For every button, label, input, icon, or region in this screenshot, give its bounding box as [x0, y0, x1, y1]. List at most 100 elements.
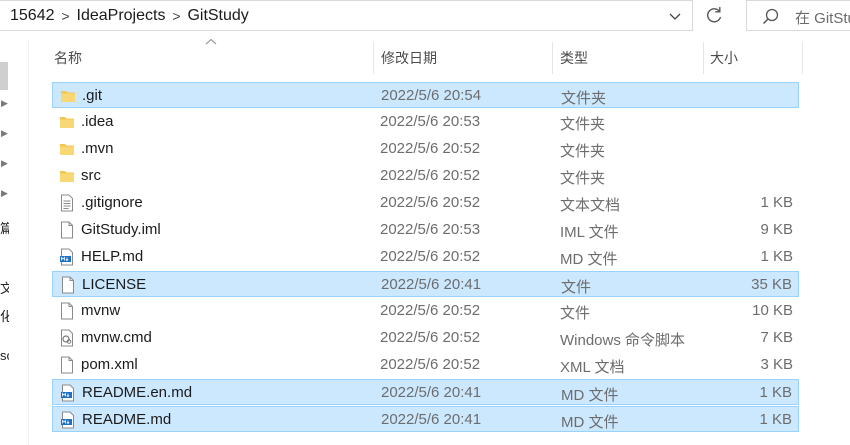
file-row[interactable]: .idea 2022/5/6 20:53 文件夹	[52, 109, 799, 135]
file-name[interactable]: .mvn	[81, 140, 114, 157]
breadcrumb-item-gitstudy[interactable]: GitStudy	[187, 7, 248, 25]
column-divider[interactable]	[552, 42, 553, 74]
file-type: 文件夹	[560, 170, 606, 187]
address-history-dropdown[interactable]	[664, 6, 686, 26]
file-row[interactable]: mvnw.cmd 2022/5/6 20:52 Windows 命令脚本 7 KB	[52, 325, 799, 351]
file-size: 1 KB	[759, 384, 792, 401]
file-type: MD 文件	[560, 251, 618, 268]
breadcrumb-item-user[interactable]: 15642	[10, 7, 55, 25]
blank-file-icon	[59, 221, 75, 239]
file-modified-date: 2022/5/6 20:53	[380, 113, 481, 130]
blank-file-icon	[59, 356, 75, 374]
refresh-button[interactable]	[697, 0, 732, 31]
breadcrumb-separator[interactable]: >	[55, 8, 77, 24]
markdown-file-icon	[59, 248, 75, 266]
file-row[interactable]: README.en.md 2022/5/6 20:41 MD 文件 1 KB	[52, 379, 799, 405]
nav-item-fragment[interactable]: 篇	[0, 218, 9, 237]
file-modified-date: 2022/5/6 20:52	[380, 329, 481, 346]
file-row[interactable]: README.md 2022/5/6 20:41 MD 文件 1 KB	[52, 406, 799, 432]
file-type: 文件	[560, 305, 591, 322]
file-size: 9 KB	[760, 221, 793, 238]
file-row[interactable]: .mvn 2022/5/6 20:52 文件夹	[52, 136, 799, 162]
file-type: 文件	[561, 279, 592, 296]
script-file-icon	[59, 329, 75, 347]
file-size: 1 KB	[759, 411, 792, 428]
nav-item-fragment[interactable]: 文	[0, 278, 9, 297]
file-type: XML 文档	[560, 359, 625, 376]
file-modified-date: 2022/5/6 20:52	[380, 302, 481, 319]
chevron-down-icon	[669, 13, 681, 20]
file-type: 文件夹	[560, 143, 606, 160]
folder-icon	[59, 113, 75, 131]
file-modified-date: 2022/5/6 20:54	[381, 87, 482, 104]
file-name[interactable]: HELP.md	[81, 248, 143, 265]
folder-icon	[60, 87, 76, 105]
file-modified-date: 2022/5/6 20:52	[380, 194, 481, 211]
nav-item-fragment[interactable]: sc	[0, 348, 9, 363]
column-divider[interactable]	[802, 42, 803, 74]
column-divider[interactable]	[703, 42, 704, 74]
file-name[interactable]: README.en.md	[82, 384, 192, 401]
file-row[interactable]: HELP.md 2022/5/6 20:52 MD 文件 1 KB	[52, 244, 799, 270]
column-header-size[interactable]: 大小	[706, 42, 800, 74]
blank-file-icon	[60, 276, 76, 294]
breadcrumb-item-ideaprojects[interactable]: IdeaProjects	[77, 7, 166, 25]
address-row: 15642 > IdeaProjects > GitStudy 在 GitStu…	[0, 0, 850, 32]
breadcrumb-separator[interactable]: >	[165, 8, 187, 24]
folder-icon	[59, 167, 75, 185]
nav-item-fragment[interactable]: 化	[0, 306, 9, 325]
pane-divider[interactable]	[28, 40, 29, 445]
column-divider[interactable]	[373, 42, 374, 74]
file-row[interactable]: .gitignore 2022/5/6 20:52 文本文档 1 KB	[52, 190, 799, 216]
search-box[interactable]: 在 GitStudy	[746, 0, 850, 31]
markdown-file-icon	[60, 411, 76, 429]
file-row[interactable]: GitStudy.iml 2022/5/6 20:53 IML 文件 9 KB	[52, 217, 799, 243]
expand-arrow-icon[interactable]: ▶	[1, 188, 8, 199]
file-modified-date: 2022/5/6 20:41	[381, 276, 482, 293]
column-header-date[interactable]: 修改日期	[377, 42, 551, 74]
file-modified-date: 2022/5/6 20:41	[381, 411, 482, 428]
file-name[interactable]: README.md	[82, 411, 171, 428]
file-size: 3 KB	[760, 356, 793, 373]
file-row[interactable]: .git 2022/5/6 20:54 文件夹	[52, 82, 799, 108]
file-row[interactable]: pom.xml 2022/5/6 20:52 XML 文档 3 KB	[52, 352, 799, 378]
markdown-file-icon	[60, 384, 76, 402]
blank-file-icon	[59, 302, 75, 320]
file-type: 文件夹	[560, 116, 606, 133]
file-name[interactable]: .git	[82, 87, 102, 104]
file-type: MD 文件	[561, 414, 619, 431]
file-modified-date: 2022/5/6 20:52	[380, 356, 481, 373]
file-type: IML 文件	[560, 224, 619, 241]
file-name[interactable]: mvnw	[81, 302, 120, 319]
file-modified-date: 2022/5/6 20:52	[380, 248, 481, 265]
file-size: 35 KB	[751, 276, 792, 293]
file-name[interactable]: mvnw.cmd	[81, 329, 152, 346]
file-name[interactable]: GitStudy.iml	[81, 221, 161, 238]
file-type: 文件夹	[561, 90, 607, 107]
column-header-type[interactable]: 类型	[556, 42, 702, 74]
file-size: 10 KB	[752, 302, 793, 319]
expand-arrow-icon[interactable]: ▶	[1, 98, 8, 109]
file-row[interactable]: src 2022/5/6 20:52 文件夹	[52, 163, 799, 189]
search-icon	[762, 8, 779, 25]
navigation-pane[interactable]: ▶ ▶ ▶ ▶ 篇 文 化 sc	[0, 40, 30, 445]
file-row[interactable]: mvnw 2022/5/6 20:52 文件 10 KB	[52, 298, 799, 324]
column-header-name[interactable]: 名称	[50, 42, 370, 74]
expand-arrow-icon[interactable]: ▶	[1, 128, 8, 139]
file-name[interactable]: src	[81, 167, 101, 184]
expand-arrow-icon[interactable]: ▶	[1, 158, 8, 169]
address-bar[interactable]: 15642 > IdeaProjects > GitStudy	[0, 0, 693, 31]
file-size: 1 KB	[760, 194, 793, 211]
file-name[interactable]: .idea	[81, 113, 114, 130]
search-input[interactable]: 在 GitStudy	[795, 7, 850, 28]
breadcrumb: 15642 > IdeaProjects > GitStudy	[10, 7, 249, 25]
file-size: 1 KB	[760, 248, 793, 265]
file-modified-date: 2022/5/6 20:41	[381, 384, 482, 401]
file-modified-date: 2022/5/6 20:52	[380, 167, 481, 184]
file-name[interactable]: .gitignore	[81, 194, 143, 211]
file-row[interactable]: LICENSE 2022/5/6 20:41 文件 35 KB	[52, 271, 799, 297]
file-name[interactable]: LICENSE	[82, 276, 146, 293]
file-name[interactable]: pom.xml	[81, 356, 138, 373]
navigation-pane-scrollbar-thumb[interactable]	[0, 62, 8, 90]
file-modified-date: 2022/5/6 20:52	[380, 140, 481, 157]
